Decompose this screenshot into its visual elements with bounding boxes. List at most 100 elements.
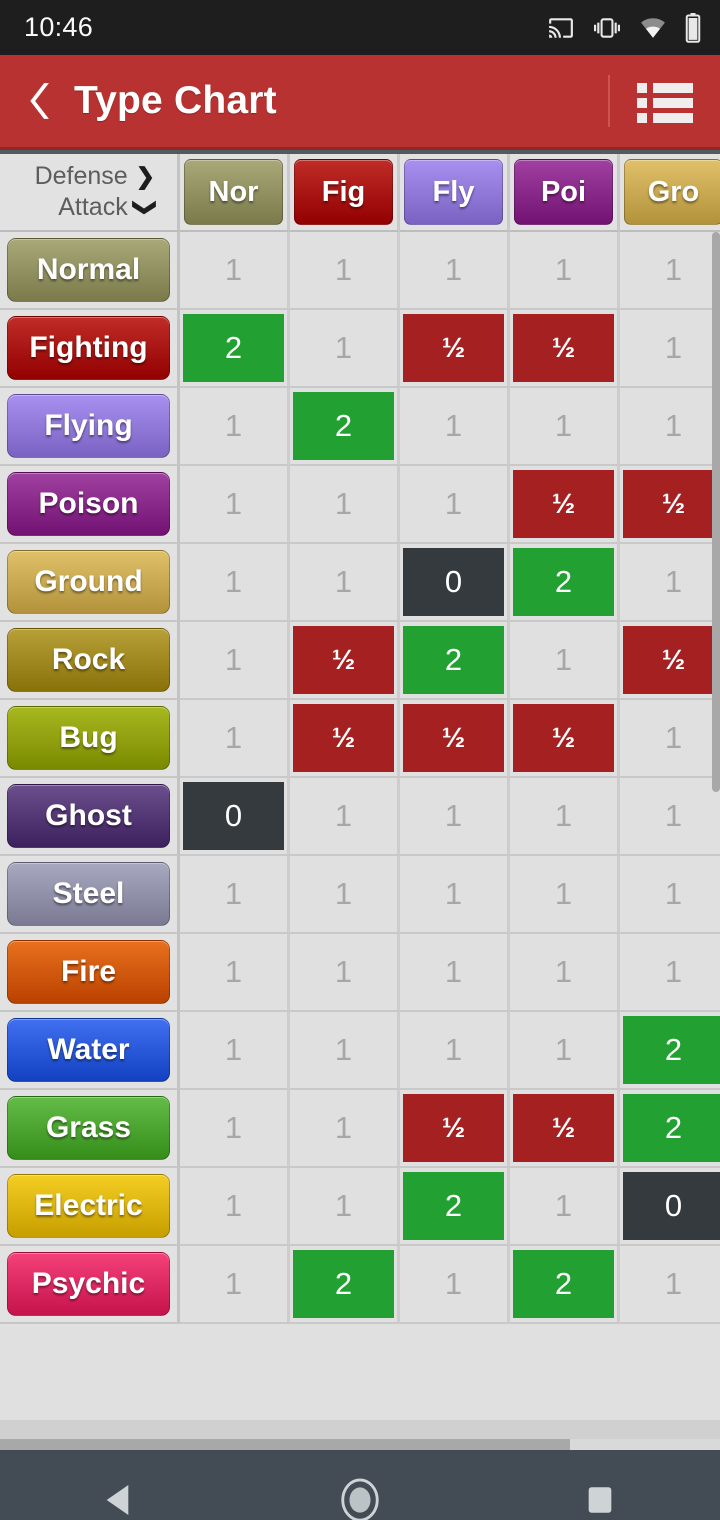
effectiveness-cell[interactable]: 1 [620,388,720,466]
row-header-rock[interactable]: Rock [0,622,180,700]
effectiveness-cell[interactable]: 1 [290,778,400,856]
effectiveness-value: 1 [554,1032,573,1067]
effectiveness-cell[interactable]: 0 [180,778,290,856]
effectiveness-cell[interactable]: 1 [290,1012,400,1090]
effectiveness-cell[interactable]: 1 [180,388,290,466]
row-header-fire[interactable]: Fire [0,934,180,1012]
effectiveness-cell[interactable]: 2 [400,622,510,700]
row-header-normal[interactable]: Normal [0,232,180,310]
effectiveness-cell[interactable]: 1 [180,232,290,310]
nav-home-button[interactable] [300,1477,420,1520]
effectiveness-cell[interactable]: 1 [290,934,400,1012]
effectiveness-cell[interactable]: ½ [620,466,720,544]
effectiveness-cell[interactable]: 1 [400,934,510,1012]
row-header-fighting[interactable]: Fighting [0,310,180,388]
column-header-ground[interactable]: Gro [620,154,720,232]
effectiveness-cell[interactable]: ½ [290,622,400,700]
effectiveness-cell[interactable]: 1 [510,388,620,466]
effectiveness-cell[interactable]: 1 [510,1168,620,1246]
effectiveness-cell[interactable]: 1 [290,856,400,934]
effectiveness-cell[interactable]: 1 [620,856,720,934]
effectiveness-cell[interactable]: 1 [290,232,400,310]
column-header-normal[interactable]: Nor [180,154,290,232]
row-header-flying[interactable]: Flying [0,388,180,466]
effectiveness-cell[interactable]: 2 [180,310,290,388]
effectiveness-cell[interactable]: 1 [620,310,720,388]
effectiveness-cell[interactable]: 1 [180,856,290,934]
effectiveness-cell[interactable]: 1 [180,466,290,544]
row-header-electric[interactable]: Electric [0,1168,180,1246]
effectiveness-cell[interactable]: 1 [620,232,720,310]
effectiveness-cell[interactable]: 1 [620,544,720,622]
effectiveness-cell[interactable]: 2 [290,388,400,466]
vertical-scrollbar[interactable] [712,232,720,792]
list-menu-button[interactable] [632,73,698,129]
effectiveness-cell[interactable]: 1 [180,544,290,622]
effectiveness-cell[interactable]: 1 [620,934,720,1012]
effectiveness-cell[interactable]: 1 [180,934,290,1012]
row-header-water[interactable]: Water [0,1012,180,1090]
effectiveness-cell[interactable]: 1 [180,1168,290,1246]
effectiveness-cell[interactable]: ½ [400,310,510,388]
effectiveness-cell[interactable]: 1 [400,232,510,310]
effectiveness-cell[interactable]: 2 [620,1012,720,1090]
effectiveness-cell[interactable]: 1 [290,310,400,388]
effectiveness-cell[interactable]: 1 [510,856,620,934]
effectiveness-cell[interactable]: 1 [290,1168,400,1246]
effectiveness-cell[interactable]: 1 [400,466,510,544]
effectiveness-cell[interactable]: 2 [620,1090,720,1168]
effectiveness-cell[interactable]: 1 [510,778,620,856]
effectiveness-cell[interactable]: 1 [400,388,510,466]
effectiveness-cell[interactable]: 1 [620,1246,720,1324]
effectiveness-cell[interactable]: 2 [290,1246,400,1324]
effectiveness-cell[interactable]: 1 [180,1090,290,1168]
effectiveness-cell[interactable]: ½ [510,1090,620,1168]
row-header-ghost[interactable]: Ghost [0,778,180,856]
effectiveness-cell[interactable]: 1 [180,700,290,778]
back-button[interactable] [14,79,70,123]
effectiveness-cell[interactable]: 1 [510,622,620,700]
type-chart-content[interactable]: Defense ❯ Attack ❯ Nor Fig Fly Poi Gro Norma… [0,150,720,1450]
effectiveness-cell[interactable]: ½ [620,622,720,700]
effectiveness-cell[interactable]: 1 [400,1246,510,1324]
effectiveness-cell[interactable]: 1 [620,778,720,856]
effectiveness-cell[interactable]: 1 [290,544,400,622]
effectiveness-cell[interactable]: 1 [400,778,510,856]
effectiveness-cell[interactable]: 1 [400,1012,510,1090]
nav-recents-button[interactable] [540,1483,660,1517]
effectiveness-cell[interactable]: ½ [400,700,510,778]
effectiveness-value: ½ [513,704,614,772]
effectiveness-cell[interactable]: 2 [510,1246,620,1324]
effectiveness-cell[interactable]: 1 [510,934,620,1012]
effectiveness-cell[interactable]: ½ [400,1090,510,1168]
column-header-flying[interactable]: Fly [400,154,510,232]
row-header-ground[interactable]: Ground [0,544,180,622]
effectiveness-cell[interactable]: 2 [400,1168,510,1246]
effectiveness-cell[interactable]: 2 [510,544,620,622]
effectiveness-cell[interactable]: 1 [510,1012,620,1090]
effectiveness-cell[interactable]: 1 [510,232,620,310]
effectiveness-cell[interactable]: ½ [510,466,620,544]
column-header-poison[interactable]: Poi [510,154,620,232]
effectiveness-cell[interactable]: ½ [510,310,620,388]
row-header-bug[interactable]: Bug [0,700,180,778]
effectiveness-cell[interactable]: 1 [290,466,400,544]
effectiveness-cell[interactable]: ½ [290,700,400,778]
row-header-psychic[interactable]: Psychic [0,1246,180,1324]
effectiveness-cell[interactable]: 0 [620,1168,720,1246]
effectiveness-value: ½ [403,1094,504,1162]
effectiveness-cell[interactable]: 1 [180,622,290,700]
effectiveness-cell[interactable]: 1 [400,856,510,934]
effectiveness-cell[interactable]: 0 [400,544,510,622]
horizontal-scrollbar[interactable] [0,1439,570,1450]
effectiveness-cell[interactable]: 1 [620,700,720,778]
row-header-steel[interactable]: Steel [0,856,180,934]
column-header-fighting[interactable]: Fig [290,154,400,232]
effectiveness-cell[interactable]: 1 [290,1090,400,1168]
row-header-grass[interactable]: Grass [0,1090,180,1168]
effectiveness-cell[interactable]: 1 [180,1012,290,1090]
effectiveness-cell[interactable]: ½ [510,700,620,778]
row-header-poison[interactable]: Poison [0,466,180,544]
nav-back-button[interactable] [60,1480,180,1520]
effectiveness-cell[interactable]: 1 [180,1246,290,1324]
